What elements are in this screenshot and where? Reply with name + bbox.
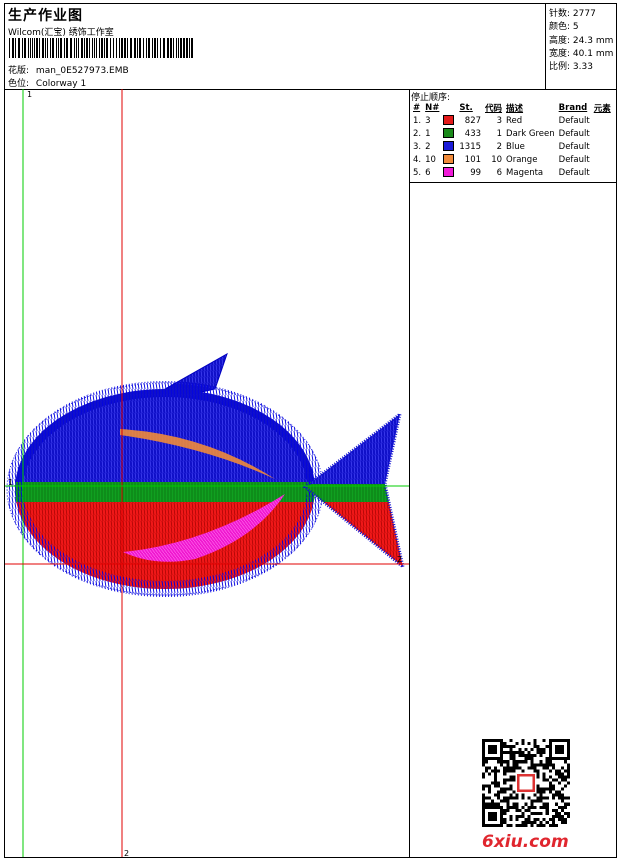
page-title: 生产作业图	[8, 8, 83, 24]
colorway-row: 色位: Colorway 1	[8, 76, 86, 89]
col-description: 描述	[506, 103, 524, 114]
row-code: 3	[496, 115, 503, 126]
row-swatch	[441, 153, 457, 166]
row-needle: 1	[425, 128, 431, 139]
row-code: 2	[496, 141, 503, 152]
row-brand: Default	[558, 154, 590, 165]
row-code: 1	[496, 128, 503, 139]
row-stitches: 1315	[459, 141, 482, 152]
stat-scale: 比例: 3.33	[549, 62, 593, 72]
col-brand: Brand	[558, 102, 588, 113]
design-file-label: 花版:	[8, 66, 30, 76]
row-num: 4.	[413, 154, 422, 165]
stop-sequence-table: # N# St. 代码 描述 Brand 元素 1. 3 827 3 Red Defaul…	[411, 101, 613, 179]
design-file-row: 花版: man_0E527973.EMB	[8, 63, 129, 76]
row-brand: Default	[558, 128, 590, 139]
row-stitches: 99	[470, 167, 482, 178]
row-brand: Default	[558, 141, 590, 152]
fish-embroidery-image	[5, 89, 409, 857]
table-header-row: # N# St. 代码 描述 Brand 元素	[411, 101, 613, 114]
color-swatch	[443, 128, 455, 139]
row-needle: 3	[425, 115, 431, 126]
stat-width: 宽度: 40.1 mm	[549, 49, 614, 59]
row-num: 5.	[413, 167, 422, 178]
design-preview: 1 2 1 2	[5, 89, 410, 857]
stat-height: 高度: 24.3 mm	[549, 36, 614, 46]
row-element	[592, 127, 613, 140]
row-element	[592, 114, 613, 127]
col-needle: N#	[425, 102, 440, 113]
row-needle: 6	[425, 167, 431, 178]
stat-colors: 颜色: 5	[549, 22, 579, 32]
row-swatch	[441, 166, 457, 179]
table-row: 2. 1 433 1 Dark Green Default	[411, 127, 613, 140]
axis-marker-red-vertical: 2	[124, 849, 130, 857]
color-swatch	[443, 115, 455, 126]
table-row: 5. 6 99 6 Magenta Default	[411, 166, 613, 179]
row-num: 3.	[413, 141, 422, 152]
color-swatch	[443, 154, 455, 165]
stats-panel: 针数: 2777 颜色: 5 高度: 24.3 mm 宽度: 40.1 mm 比…	[545, 4, 617, 89]
row-brand: Default	[558, 167, 590, 178]
row-needle: 2	[425, 141, 431, 152]
row-element	[592, 166, 613, 179]
colorway-label: 色位:	[8, 79, 30, 89]
stop-sequence-panel: 停止顺序: # N# St. 代码 描述 Brand 元素 1. 3 827 3 Red…	[409, 89, 616, 183]
row-brand: Default	[558, 115, 590, 126]
production-worksheet: 生产作业图 Wilcom(汇宝) 绣饰工作室 花版: man_0E527973.…	[4, 3, 617, 858]
studio-name: Wilcom(汇宝) 绣饰工作室	[8, 28, 114, 38]
row-description: Dark Green	[506, 128, 555, 139]
stat-stitches: 针数: 2777	[549, 9, 596, 19]
barcode	[9, 38, 193, 58]
table-row: 3. 2 1315 2 Blue Default	[411, 140, 613, 153]
row-swatch	[441, 114, 457, 127]
row-code: 10	[491, 154, 503, 165]
col-element: 元素	[593, 103, 611, 114]
row-element	[592, 140, 613, 153]
axis-marker-red-horizontal: 2	[397, 555, 403, 564]
qr-code	[482, 739, 570, 827]
design-file-value: man_0E527973.EMB	[35, 66, 129, 76]
row-element	[592, 153, 613, 166]
row-num: 2.	[413, 128, 422, 139]
axis-marker-green-horizontal: 1	[8, 478, 14, 487]
row-description: Red	[506, 115, 523, 126]
header: 生产作业图 Wilcom(汇宝) 绣饰工作室 花版: man_0E527973.…	[5, 4, 616, 90]
row-stitches: 101	[464, 154, 482, 165]
col-code: 代码	[485, 103, 503, 114]
row-stitches: 433	[464, 128, 482, 139]
col-stitches: St.	[459, 102, 473, 113]
row-stitches: 827	[464, 115, 482, 126]
colorway-value: Colorway 1	[35, 79, 87, 89]
row-description: Orange	[506, 154, 538, 165]
row-description: Magenta	[506, 167, 544, 178]
col-num: #	[413, 102, 421, 113]
row-needle: 10	[425, 154, 436, 165]
row-code: 6	[496, 167, 503, 178]
axis-marker-green-vertical: 1	[27, 90, 33, 99]
color-swatch	[443, 167, 455, 178]
row-description: Blue	[506, 141, 525, 152]
table-row: 4. 10 101 10 Orange Default	[411, 153, 613, 166]
table-row: 1. 3 827 3 Red Default	[411, 114, 613, 127]
6xiu-logo: 6xiu.com	[482, 832, 569, 852]
row-num: 1.	[413, 115, 422, 126]
row-swatch	[441, 127, 457, 140]
color-swatch	[443, 141, 455, 152]
row-swatch	[441, 140, 457, 153]
